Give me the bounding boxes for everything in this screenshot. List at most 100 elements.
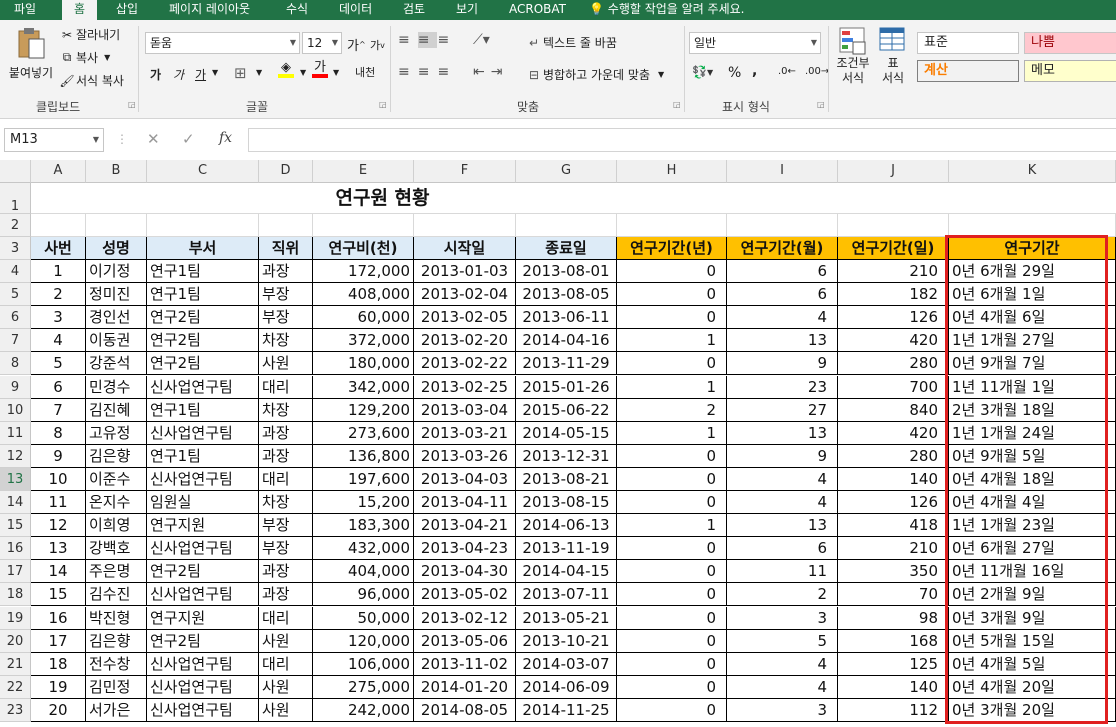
table-cell[interactable]: 700 [838, 375, 949, 399]
paste-button[interactable]: 붙여넣기 [8, 26, 54, 81]
table-cell[interactable]: 0년 6개월 1일 [949, 283, 1116, 307]
table-cell[interactable]: 2013-10-21 [516, 629, 617, 653]
table-cell[interactable]: 2014-06-13 [516, 514, 617, 538]
table-cell[interactable]: 김진혜 [86, 398, 147, 422]
table-cell[interactable]: 김수진 [86, 583, 147, 607]
table-cell[interactable]: 연구지원 [147, 514, 259, 538]
table-cell[interactable]: 2013-02-04 [414, 283, 516, 307]
table-cell[interactable]: 1 [617, 421, 727, 445]
table-cell[interactable]: 420 [838, 421, 949, 445]
table-cell[interactable]: 부장 [259, 514, 313, 538]
table-cell[interactable]: 0년 9개월 5일 [949, 444, 1116, 468]
decrease-decimal-icon[interactable]: .00→ [805, 66, 829, 77]
table-cell[interactable]: 이기정 [86, 260, 147, 284]
tab-data[interactable]: 데이터 [339, 0, 372, 20]
table-cell[interactable]: 부장 [259, 306, 313, 330]
table-cell[interactable]: 50,000 [313, 606, 414, 630]
table-cell[interactable]: 0년 5개월 15일 [949, 629, 1116, 653]
table-cell[interactable]: 0년 4개월 5일 [949, 652, 1116, 676]
table-cell[interactable]: 김민정 [86, 675, 147, 699]
table-header-cell[interactable]: 직위 [259, 237, 313, 260]
table-cell[interactable]: 2013-05-21 [516, 606, 617, 630]
table-cell[interactable]: 183,300 [313, 514, 414, 538]
table-cell[interactable]: 신사업연구팀 [147, 583, 259, 607]
cell[interactable] [414, 214, 516, 237]
table-cell[interactable]: 5 [31, 352, 86, 376]
table-cell[interactable]: 120,000 [313, 629, 414, 653]
style-bad[interactable]: 나쁨 [1024, 32, 1116, 54]
table-cell[interactable]: 2013-08-05 [516, 283, 617, 307]
shrink-font-icon[interactable]: 가v [370, 37, 385, 53]
row-header[interactable]: 6 [0, 306, 31, 330]
table-cell[interactable]: 대리 [259, 375, 313, 399]
border-icon[interactable]: ⊞ [234, 64, 247, 82]
table-cell[interactable]: 0년 11개월 16일 [949, 560, 1116, 584]
column-header[interactable]: G [516, 160, 617, 183]
table-cell[interactable]: 2013-04-21 [414, 514, 516, 538]
table-cell[interactable]: 사원 [259, 675, 313, 699]
table-cell[interactable]: 2013-02-05 [414, 306, 516, 330]
table-cell[interactable]: 6 [727, 537, 838, 561]
table-cell[interactable]: 2013-11-02 [414, 652, 516, 676]
table-cell[interactable]: 182 [838, 283, 949, 307]
merge-center-button[interactable]: ⊟ 병합하고 가운데 맞춤 ▼ [525, 66, 664, 83]
indent-icons[interactable]: ⇤⇥ [473, 64, 508, 80]
table-cell[interactable]: 2014-05-15 [516, 421, 617, 445]
table-cell[interactable]: 신사업연구팀 [147, 421, 259, 445]
table-cell[interactable]: 사원 [259, 629, 313, 653]
table-cell[interactable]: 연구2팀 [147, 629, 259, 653]
table-cell[interactable]: 2014-01-20 [414, 675, 516, 699]
table-cell[interactable]: 210 [838, 260, 949, 284]
row-header[interactable]: 4 [0, 260, 31, 284]
table-cell[interactable]: 0년 3개월 20일 [949, 698, 1116, 722]
table-cell[interactable]: 강준석 [86, 352, 147, 376]
table-cell[interactable]: 신사업연구팀 [147, 467, 259, 491]
table-header-cell[interactable]: 연구비(천) [313, 237, 414, 260]
copy-button[interactable]: ⧉ 복사 ▼ [58, 49, 111, 66]
column-header[interactable]: I [727, 160, 838, 183]
table-cell[interactable]: 2 [31, 283, 86, 307]
table-cell[interactable]: 연구1팀 [147, 398, 259, 422]
table-cell[interactable]: 2013-05-06 [414, 629, 516, 653]
table-header-cell[interactable]: 연구기간(월) [727, 237, 838, 260]
number-format-select[interactable]: 일반 ▼ [689, 32, 821, 54]
table-cell[interactable]: 13 [31, 537, 86, 561]
table-cell[interactable]: 126 [838, 491, 949, 515]
dialog-launcher-icon[interactable]: ◲ [673, 100, 681, 109]
table-cell[interactable]: 1 [617, 329, 727, 353]
table-cell[interactable]: 273,600 [313, 421, 414, 445]
table-cell[interactable]: 3 [727, 606, 838, 630]
table-cell[interactable]: 2013-02-12 [414, 606, 516, 630]
table-cell[interactable]: 16 [31, 606, 86, 630]
table-cell[interactable]: 10 [31, 467, 86, 491]
table-cell[interactable]: 168 [838, 629, 949, 653]
table-cell[interactable]: 연구2팀 [147, 560, 259, 584]
table-header-cell[interactable]: 연구기간(년) [617, 237, 727, 260]
table-cell[interactable]: 1년 11개월 1일 [949, 375, 1116, 399]
table-cell[interactable]: 0년 6개월 29일 [949, 260, 1116, 284]
table-cell[interactable]: 106,000 [313, 652, 414, 676]
row-header[interactable]: 12 [0, 444, 31, 468]
cell[interactable] [516, 214, 617, 237]
table-cell[interactable]: 1 [617, 514, 727, 538]
table-cell[interactable]: 대리 [259, 652, 313, 676]
table-cell[interactable]: 0 [617, 652, 727, 676]
chevron-down-icon[interactable]: ▼ [256, 68, 262, 77]
table-cell[interactable]: 342,000 [313, 375, 414, 399]
tab-acrobat[interactable]: ACROBAT [509, 0, 566, 20]
cancel-icon[interactable]: ✕ [147, 130, 160, 148]
row-header[interactable]: 8 [0, 352, 31, 376]
table-cell[interactable]: 0년 6개월 27일 [949, 537, 1116, 561]
table-cell[interactable]: 4 [727, 652, 838, 676]
table-cell[interactable]: 0년 4개월 18일 [949, 467, 1116, 491]
table-cell[interactable]: 15 [31, 583, 86, 607]
table-cell[interactable]: 7 [31, 398, 86, 422]
table-cell[interactable]: 차장 [259, 491, 313, 515]
table-cell[interactable]: 연구1팀 [147, 260, 259, 284]
cut-button[interactable]: ✂ 잘라내기 [58, 26, 120, 43]
row-header[interactable]: 1 [0, 183, 31, 214]
phonetic-icon[interactable]: 내천 [355, 64, 375, 80]
dialog-launcher-icon[interactable]: ◲ [128, 100, 136, 109]
table-cell[interactable]: 이희영 [86, 514, 147, 538]
table-cell[interactable]: 140 [838, 467, 949, 491]
